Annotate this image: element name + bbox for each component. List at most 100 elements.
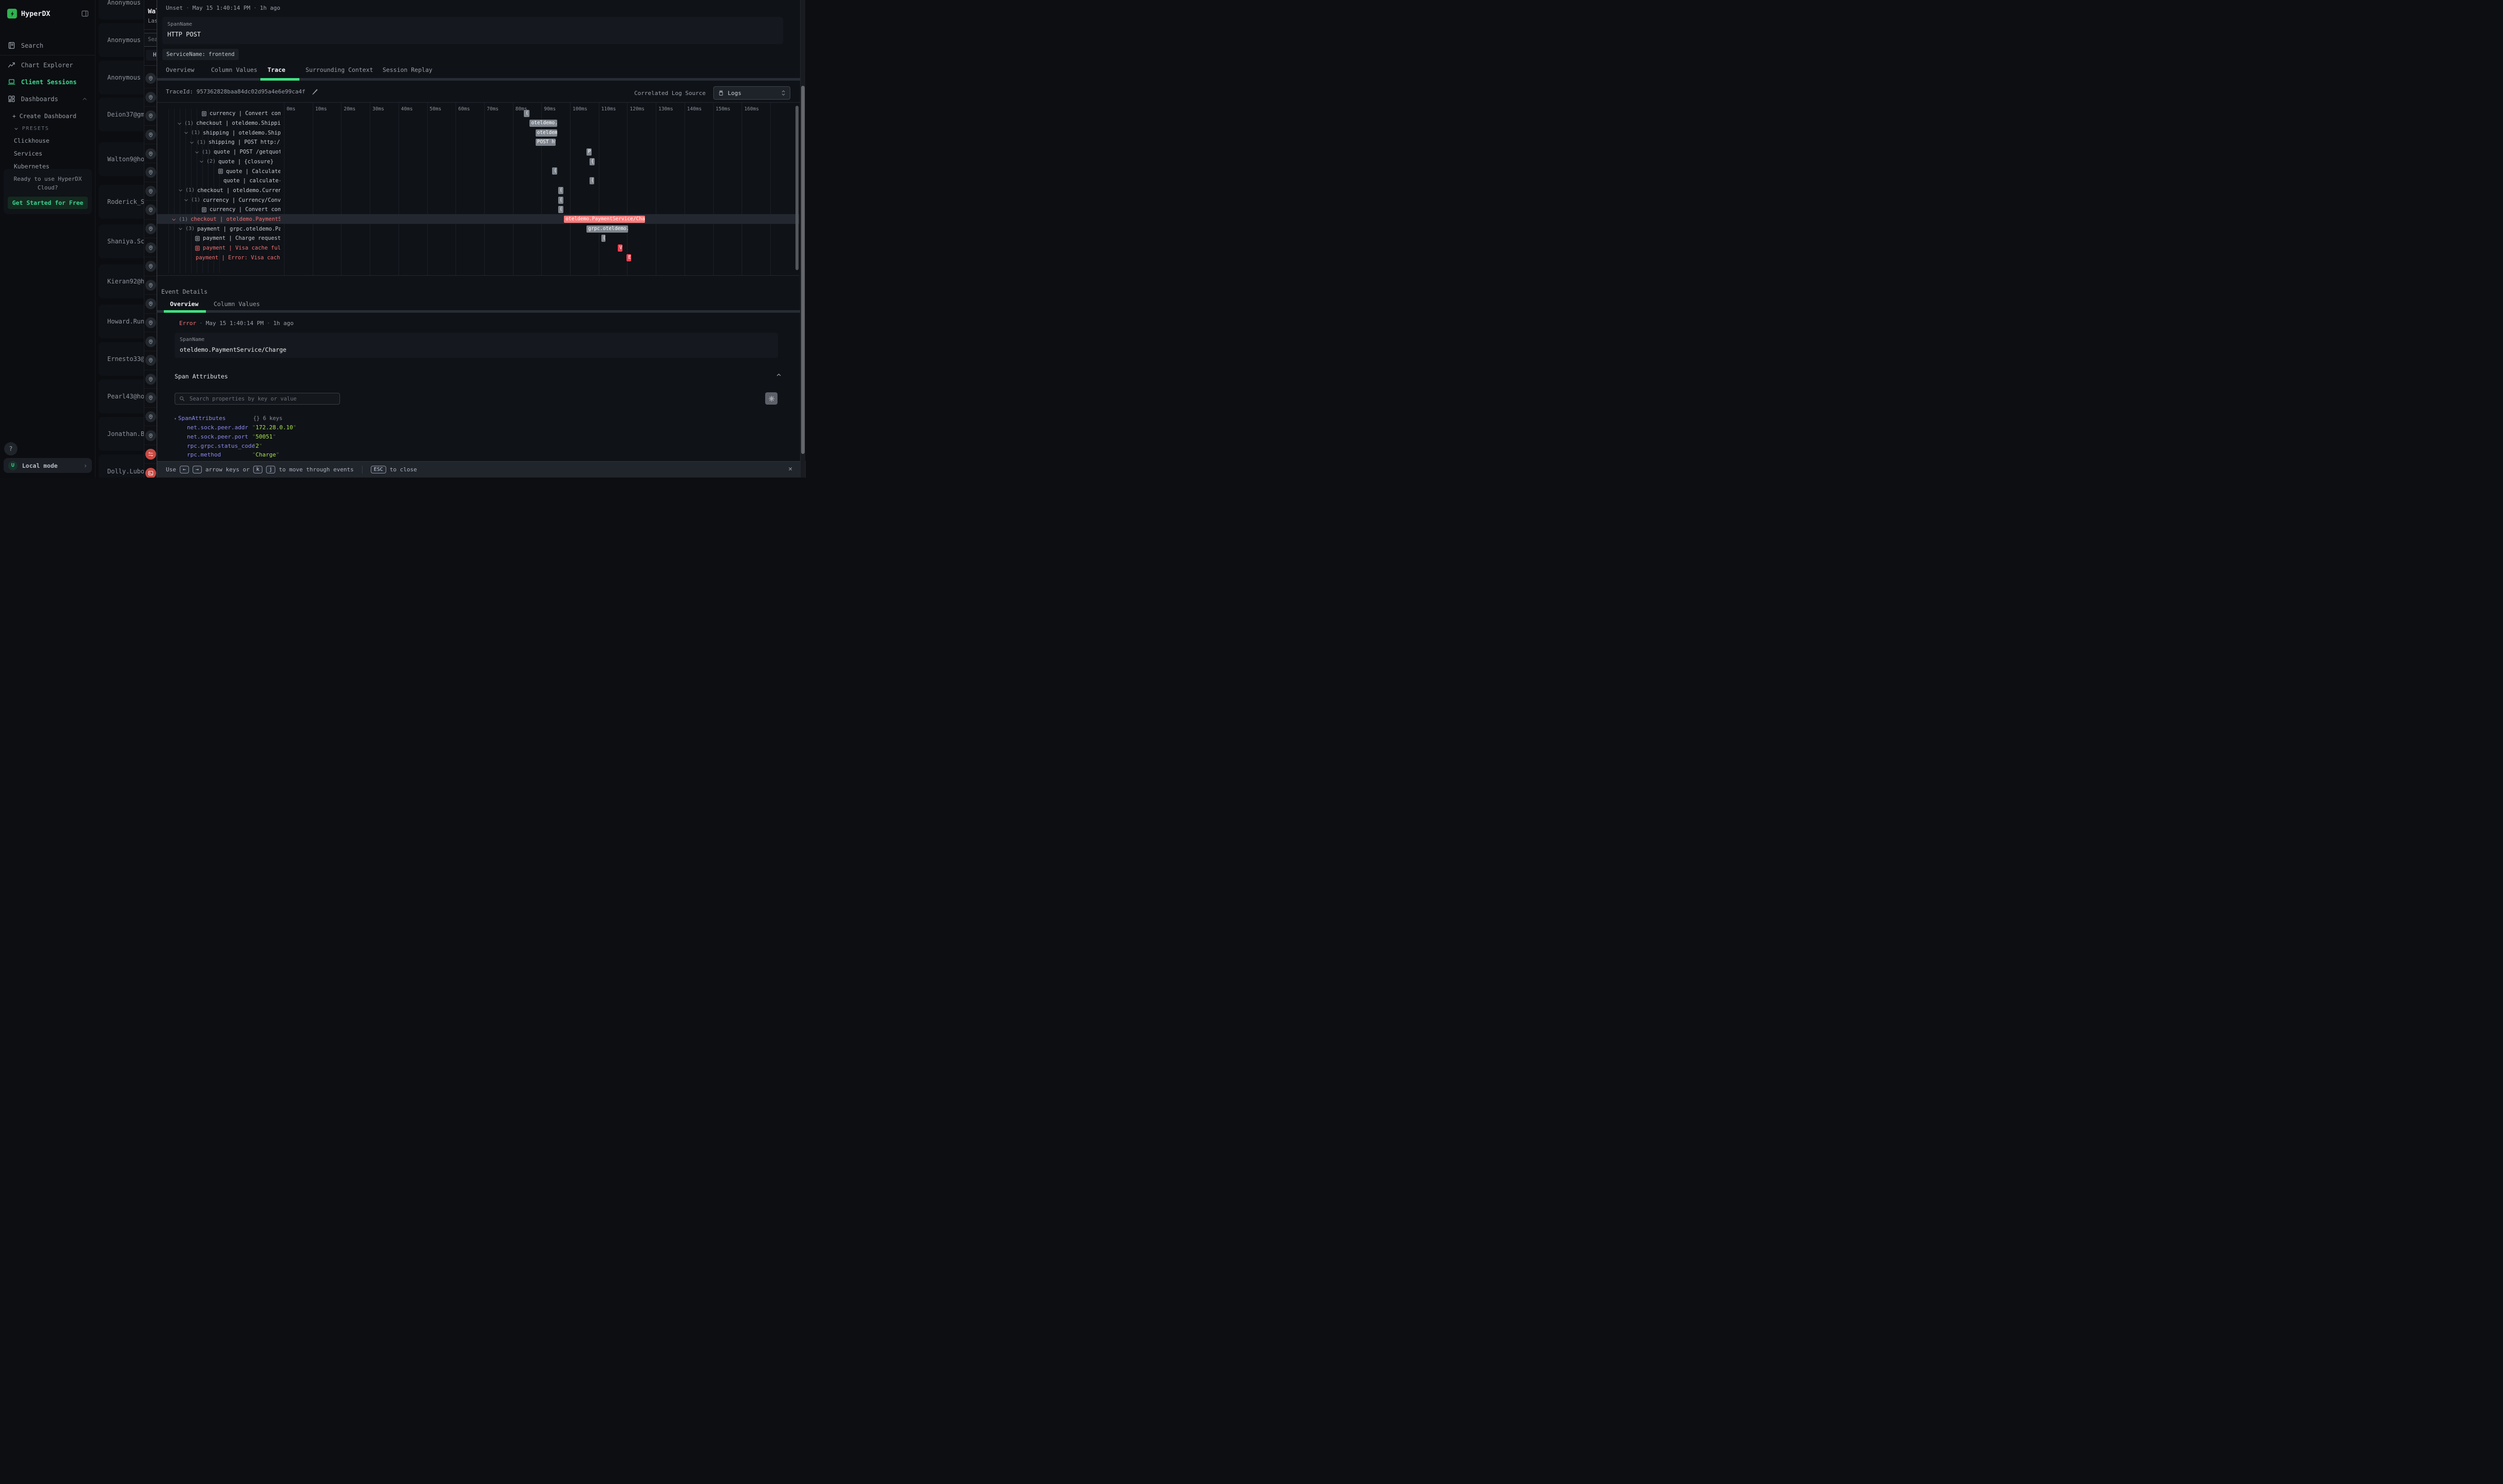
attribute-search-input[interactable] bbox=[188, 395, 335, 403]
span-duration-bar[interactable]: oteldemo bbox=[536, 129, 557, 137]
presets-section-toggle[interactable]: PRESETS bbox=[0, 120, 95, 131]
session-event-marker[interactable] bbox=[144, 144, 157, 163]
span-row-label: currency | Currency/Convert bbox=[203, 197, 280, 203]
attribute-key[interactable]: net.sock.peer.addr bbox=[187, 424, 248, 431]
attr-root-name[interactable]: SpanAttributes bbox=[178, 415, 226, 422]
span-duration-bar[interactable]: ( bbox=[558, 206, 563, 213]
session-event-marker[interactable] bbox=[144, 182, 157, 201]
session-event-marker[interactable] bbox=[144, 445, 157, 464]
get-started-button[interactable]: Get Started for Free bbox=[8, 197, 88, 209]
session-event-marker[interactable] bbox=[144, 351, 157, 370]
span-duration-bar[interactable]: POST ht bbox=[536, 139, 556, 146]
span-duration-bar[interactable]: oteldemo.PaymentService/Char bbox=[564, 216, 645, 223]
tab-session-replay[interactable]: Session Replay bbox=[383, 66, 432, 73]
trace-tree-row[interactable]: (2)quote | {closure} bbox=[199, 157, 280, 167]
session-event-marker[interactable] bbox=[144, 276, 157, 295]
attribute-key[interactable]: rpc.method bbox=[187, 451, 221, 458]
trace-tree-row[interactable]: quote | Calculated q… bbox=[218, 166, 280, 176]
sidebar-item-dashboards[interactable]: Dashboards bbox=[0, 90, 95, 107]
trace-tree-row[interactable]: currency | Convert convers… bbox=[201, 109, 280, 119]
span-duration-bar[interactable]: oteldemo. bbox=[529, 120, 557, 127]
local-mode-button[interactable]: U Local mode › bbox=[4, 458, 92, 473]
tab-surrounding-context[interactable]: Surrounding Context bbox=[306, 66, 373, 73]
session-event-marker[interactable] bbox=[144, 238, 157, 257]
span-duration-bar[interactable]: ( bbox=[552, 167, 557, 175]
span-duration-bar[interactable]: { bbox=[590, 158, 595, 165]
create-dashboard-button[interactable]: + Create Dashboard bbox=[0, 107, 95, 120]
collapse-caret-icon[interactable]: ▾ bbox=[174, 416, 177, 421]
session-event-marker[interactable] bbox=[144, 107, 157, 126]
span-duration-bar[interactable]: ( bbox=[558, 197, 563, 204]
map-pin-icon bbox=[148, 113, 154, 119]
help-button[interactable]: ? bbox=[4, 442, 17, 455]
session-event-marker[interactable] bbox=[144, 88, 157, 107]
scrollbar-thumb[interactable] bbox=[801, 86, 805, 454]
session-event-marker[interactable] bbox=[144, 220, 157, 239]
sidebar-item-search[interactable]: Search bbox=[0, 37, 95, 54]
event-details-tab-column-values[interactable]: Column Values bbox=[214, 300, 260, 308]
span-duration-bar[interactable]: E bbox=[627, 254, 631, 261]
span-duration-bar[interactable]: ( bbox=[590, 177, 594, 184]
trace-tree-row[interactable]: (1)checkout | oteldemo.ShippingSe… bbox=[177, 119, 280, 128]
session-event-marker[interactable] bbox=[144, 295, 157, 314]
covered-filter-chip[interactable]: H bbox=[146, 50, 157, 61]
settings-gear-button[interactable] bbox=[765, 392, 778, 405]
span-row-label: quote | Calculated q… bbox=[226, 168, 280, 175]
session-event-marker[interactable] bbox=[144, 257, 157, 276]
session-event-marker[interactable] bbox=[144, 370, 157, 389]
trace-tree-row[interactable]: payment | Visa cache full: c… bbox=[195, 243, 280, 253]
span-duration-bar[interactable]: P bbox=[586, 148, 592, 156]
service-name-chip[interactable]: ServiceName: frontend bbox=[162, 49, 239, 60]
trace-tree-row[interactable]: (1)currency | Currency/Convert bbox=[184, 195, 280, 205]
preset-item-services[interactable]: Services bbox=[0, 144, 95, 157]
drawer-tab-track bbox=[157, 78, 805, 81]
session-event-marker[interactable] bbox=[144, 426, 157, 445]
edit-trace-id-icon[interactable] bbox=[312, 88, 318, 95]
collapse-section-icon[interactable] bbox=[776, 372, 782, 378]
session-event-marker[interactable] bbox=[144, 332, 157, 351]
trace-tree-row[interactable]: (1)shipping | oteldemo.Shipping… bbox=[184, 128, 280, 138]
span-duration-bar[interactable]: ( bbox=[558, 187, 563, 194]
log-source-select[interactable]: Logs bbox=[713, 86, 790, 100]
tab-overview[interactable]: Overview bbox=[166, 66, 194, 73]
preset-item-kubernetes[interactable]: Kubernetes bbox=[0, 157, 95, 170]
trace-tree-row[interactable]: (1)quote | POST /getquote bbox=[195, 147, 280, 157]
trace-tree-row[interactable]: payment | Error: Visa cache ful… bbox=[196, 253, 280, 263]
sidebar: HyperDX SearchChart ExplorerClient Sessi… bbox=[0, 0, 96, 478]
trace-tree-row[interactable]: currency | Convert convers… bbox=[201, 205, 280, 215]
attribute-key[interactable]: net.sock.peer.port bbox=[187, 433, 248, 440]
divider bbox=[144, 29, 157, 30]
trace-tree-row[interactable]: (3)payment | grpc.oteldemo.Paymen… bbox=[178, 224, 280, 234]
sidebar-item-chart-explorer[interactable]: Chart Explorer bbox=[0, 56, 95, 73]
collapse-sidebar-icon[interactable] bbox=[81, 10, 89, 17]
session-event-marker[interactable] bbox=[144, 389, 157, 408]
span-duration-bar[interactable]: grpc.oteldemo. bbox=[586, 225, 628, 233]
session-event-marker[interactable] bbox=[144, 464, 157, 478]
session-event-marker[interactable] bbox=[144, 408, 157, 427]
span-duration-bar[interactable]: ( bbox=[601, 235, 605, 242]
span-duration-bar[interactable]: V bbox=[618, 244, 622, 252]
session-event-marker[interactable] bbox=[144, 314, 157, 333]
waterfall-scrollbar-thumb[interactable] bbox=[795, 106, 799, 270]
sidebar-item-client-sessions[interactable]: Client Sessions bbox=[0, 73, 95, 90]
trace-tree-row[interactable]: (1)checkout | oteldemo.PaymentServi… bbox=[172, 215, 280, 224]
tab-column-values[interactable]: Column Values bbox=[211, 66, 257, 73]
event-details-tab-overview[interactable]: Overview bbox=[170, 300, 198, 308]
attribute-key[interactable]: rpc.grpc.status_code bbox=[187, 443, 255, 449]
session-event-marker[interactable] bbox=[144, 163, 157, 182]
trace-tree-row[interactable]: payment | Charge request rec… bbox=[195, 234, 280, 243]
tab-trace[interactable]: Trace bbox=[268, 66, 286, 73]
session-event-marker[interactable] bbox=[144, 69, 157, 88]
chevron-down-icon bbox=[189, 140, 194, 145]
trace-tree-row[interactable]: (1)shipping | POST http://quo… bbox=[189, 138, 280, 147]
preset-item-clickhouse[interactable]: Clickhouse bbox=[0, 131, 95, 144]
search-icon bbox=[179, 396, 185, 402]
trace-tree-row[interactable]: quote | calculate-quote bbox=[223, 176, 280, 186]
trace-tree-row[interactable]: (1)checkout | oteldemo.CurrencySe… bbox=[178, 186, 280, 196]
session-event-marker[interactable] bbox=[144, 126, 157, 145]
span-duration-bar[interactable]: ( bbox=[524, 110, 529, 117]
close-panel-icon[interactable]: ✕ bbox=[788, 465, 792, 473]
span-name-label: SpanName bbox=[180, 337, 204, 343]
covered-search-input[interactable]: Sea bbox=[144, 33, 157, 47]
session-event-marker[interactable] bbox=[144, 201, 157, 220]
